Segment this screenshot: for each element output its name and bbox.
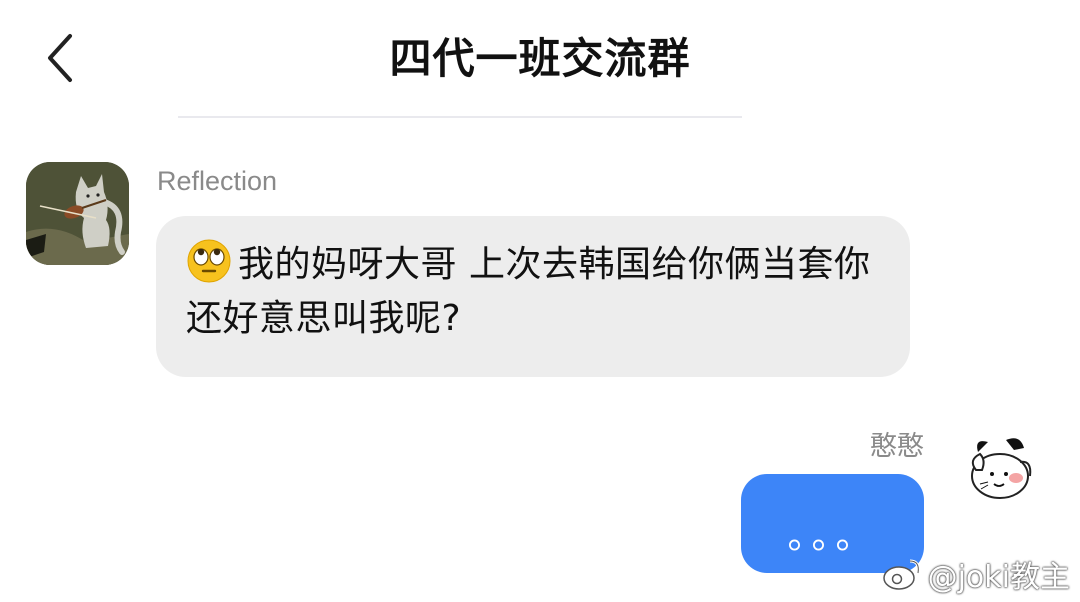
message-text-sent: 。。。 xyxy=(787,515,878,557)
message-text: 我的妈呀大哥 上次去韩国给你俩当套你还好意思叫我呢? xyxy=(186,244,871,339)
watermark-text: @joki教主 xyxy=(927,560,1070,595)
message-bubble-received[interactable]: 我的妈呀大哥 上次去韩国给你俩当套你还好意思叫我呢? xyxy=(156,216,910,377)
sender-name-self: 憨憨 xyxy=(870,431,924,462)
sender-avatar-reflection[interactable] xyxy=(26,162,129,265)
weibo-logo-icon xyxy=(882,559,920,590)
header-divider xyxy=(178,116,742,118)
chat-title: 四代一班交流群 xyxy=(389,34,691,83)
self-avatar[interactable] xyxy=(962,432,1038,504)
eye-roll-emoji xyxy=(187,239,231,283)
cartoon-dog-avatar xyxy=(971,438,1032,499)
watermark: @joki教主 xyxy=(882,552,1070,596)
sender-name: Reflection xyxy=(157,166,278,196)
cat-violin-avatar xyxy=(26,162,129,265)
